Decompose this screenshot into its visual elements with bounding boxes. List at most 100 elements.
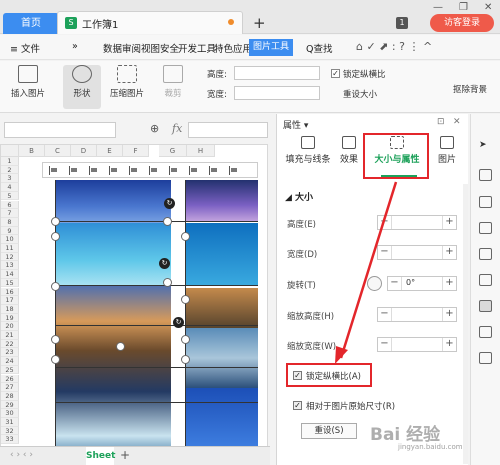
- row-header[interactable]: 23: [1, 348, 19, 358]
- resize-handle[interactable]: [181, 335, 190, 344]
- minimize-button[interactable]: —: [433, 2, 443, 13]
- picture-city-right[interactable]: [186, 288, 258, 328]
- sheet-nav-icons[interactable]: ‹ › ‹ ›: [10, 450, 33, 460]
- window-count-badge[interactable]: 1: [396, 17, 408, 29]
- column-header[interactable]: E: [97, 145, 123, 157]
- lock-ratio-checkbox[interactable]: ✓: [331, 69, 340, 78]
- relative-size-checkbox[interactable]: ✓: [293, 401, 302, 410]
- row-header[interactable]: 11: [1, 244, 19, 253]
- increment-icon[interactable]: +: [442, 338, 456, 351]
- rotate-handle-icon[interactable]: ↻: [159, 258, 170, 269]
- resize-handle[interactable]: [181, 295, 190, 304]
- increment-icon[interactable]: +: [442, 277, 456, 290]
- row-header[interactable]: 31: [1, 418, 19, 427]
- height-input[interactable]: [234, 66, 320, 80]
- crop-button[interactable]: 裁剪: [158, 65, 188, 99]
- decrement-icon[interactable]: −: [378, 246, 392, 259]
- distribute-vertical-icon[interactable]: [189, 166, 199, 175]
- scale-height-spinner[interactable]: − +: [377, 307, 457, 322]
- home-tab[interactable]: 首页: [3, 13, 59, 34]
- row-header[interactable]: 4: [1, 183, 19, 192]
- sheet-tab[interactable]: Sheet: [86, 447, 115, 465]
- align-middle-icon[interactable]: [129, 166, 139, 175]
- row-header[interactable]: 2: [1, 165, 19, 175]
- row-header[interactable]: 13: [1, 261, 19, 271]
- width-input[interactable]: [234, 86, 320, 100]
- menu-security[interactable]: 安全: [160, 41, 179, 55]
- reset-size-button[interactable]: 重设大小: [343, 88, 377, 100]
- row-header[interactable]: 26: [1, 374, 19, 384]
- row-header[interactable]: 3: [1, 174, 19, 184]
- toolbar-icons[interactable]: ⌂ ✓ ⬈ : ? ⋮ ^: [356, 40, 432, 53]
- row-header[interactable]: 24: [1, 357, 19, 366]
- more-menu[interactable]: »: [72, 41, 78, 52]
- picture-sky-right[interactable]: [186, 180, 258, 222]
- search-button[interactable]: Q查找: [306, 41, 332, 55]
- spreadsheet-grid[interactable]: BCDEFGH 1 2 3 4 5 6 7 8 9 10 11 12 13 14 15 16 17 18 19 20 2…: [0, 144, 268, 447]
- table-icon[interactable]: [479, 222, 492, 234]
- file-menu[interactable]: ≡ 文件: [10, 41, 40, 55]
- row-header[interactable]: 19: [1, 313, 19, 323]
- guest-login-button[interactable]: 访客登录: [430, 14, 494, 32]
- height-spinner[interactable]: − +: [377, 215, 457, 230]
- row-header[interactable]: 18: [1, 304, 19, 314]
- row-header[interactable]: 32: [1, 426, 19, 436]
- panel-title[interactable]: 属性 ▾: [283, 118, 308, 131]
- align-more-icon[interactable]: [229, 166, 239, 175]
- decrement-icon[interactable]: −: [378, 308, 392, 321]
- picture-sea-right[interactable]: [186, 223, 258, 285]
- rotate-handle-icon[interactable]: ↻: [173, 317, 184, 328]
- row-header[interactable]: 29: [1, 400, 19, 410]
- resize-handle[interactable]: [51, 355, 60, 364]
- row-header[interactable]: 21: [1, 331, 19, 340]
- compress-picture-button[interactable]: 压缩图片: [106, 65, 148, 99]
- panel-pin-icon[interactable]: ⊡: [437, 117, 445, 127]
- add-sheet-button[interactable]: +: [120, 448, 130, 462]
- document-tab[interactable]: S 工作簿1: [57, 11, 243, 34]
- resize-handle[interactable]: [51, 282, 60, 291]
- menu-view[interactable]: 视图: [141, 41, 160, 55]
- row-header[interactable]: 30: [1, 409, 19, 418]
- row-header[interactable]: 17: [1, 296, 19, 305]
- column-header[interactable]: C: [45, 145, 71, 157]
- increment-icon[interactable]: +: [442, 308, 456, 321]
- chart-icon[interactable]: [479, 274, 492, 286]
- properties-icon[interactable]: [479, 300, 492, 312]
- cursor-icon[interactable]: ➤: [479, 140, 492, 152]
- decrement-icon[interactable]: −: [388, 277, 402, 290]
- align-right-icon[interactable]: [89, 166, 99, 175]
- corner-cell[interactable]: [1, 145, 19, 157]
- decrement-icon[interactable]: −: [378, 216, 392, 229]
- rotation-knob[interactable]: [367, 276, 382, 291]
- resize-handle[interactable]: [181, 355, 190, 364]
- width-spinner[interactable]: − +: [377, 245, 457, 260]
- picture-sea[interactable]: [55, 223, 171, 285]
- rotate-handle-icon[interactable]: ↻: [164, 198, 175, 209]
- row-header[interactable]: 12: [1, 252, 19, 262]
- row-header[interactable]: 6: [1, 200, 19, 210]
- shape-button[interactable]: 形状: [63, 65, 101, 109]
- resize-handle[interactable]: [51, 232, 60, 241]
- resize-handle[interactable]: [116, 342, 125, 351]
- close-button[interactable]: ✕: [484, 2, 492, 13]
- align-left-icon[interactable]: [49, 166, 59, 175]
- resize-handle[interactable]: [181, 232, 190, 241]
- decrement-icon[interactable]: −: [378, 338, 392, 351]
- picture-venice[interactable]: [55, 285, 171, 446]
- row-header[interactable]: 27: [1, 383, 19, 392]
- share-icon[interactable]: [479, 326, 492, 338]
- function-icon[interactable]: fx: [172, 122, 182, 135]
- row-header[interactable]: 8: [1, 217, 19, 227]
- clear-icon[interactable]: [479, 352, 492, 364]
- maximize-button[interactable]: ❐: [459, 2, 468, 13]
- row-header[interactable]: 7: [1, 209, 19, 218]
- row-header[interactable]: 25: [1, 365, 19, 375]
- align-more-icon[interactable]: [209, 166, 219, 175]
- zoom-icon[interactable]: ⊕: [150, 122, 159, 135]
- panel-scrollbar[interactable]: [463, 184, 468, 464]
- resize-handle[interactable]: [51, 335, 60, 344]
- style-icon[interactable]: [479, 196, 492, 208]
- column-header[interactable]: F: [123, 145, 149, 157]
- menu-data[interactable]: 数据: [103, 41, 122, 55]
- picture-lake-right[interactable]: [186, 328, 258, 388]
